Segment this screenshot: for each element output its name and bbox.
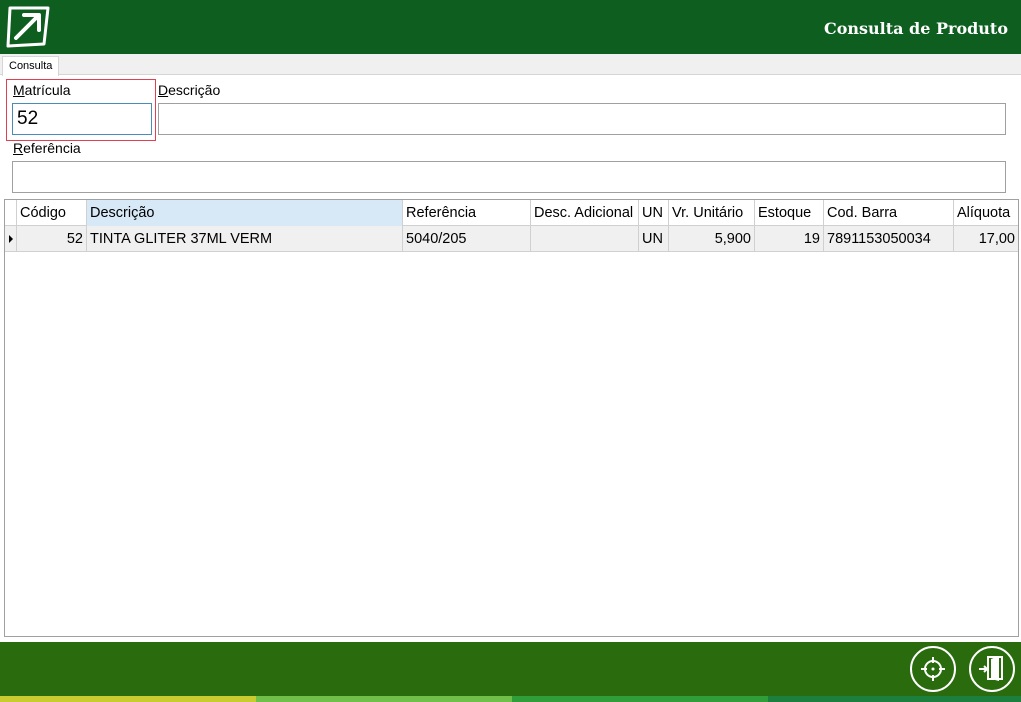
tab-consulta[interactable]: Consulta [2,56,60,76]
arrow-logo-icon [6,6,50,48]
cell-descricao[interactable]: TINTA GLITER 37ML VERM [87,226,403,252]
column-header-desc-adicional[interactable]: Desc. Adicional [531,200,639,226]
exit-door-icon [979,656,1003,681]
cell-estoque[interactable]: 19 [755,226,824,252]
footer-stripe-3 [512,696,768,702]
cell-vr-unitario[interactable]: 5,900 [669,226,755,252]
cell-cod-barra[interactable]: 7891153050034 [824,226,954,252]
column-header-codigo[interactable]: Código [17,200,87,226]
footer-bar [0,642,1021,696]
descricao-label: Descrição [158,82,221,98]
locate-button[interactable] [910,646,956,692]
column-header-descricao[interactable]: Descrição [87,200,403,226]
row-header[interactable] [5,226,17,252]
cell-codigo[interactable]: 52 [17,226,87,252]
referencia-input[interactable] [12,161,1006,193]
column-header-cod-barra[interactable]: Cod. Barra [824,200,954,226]
column-header-estoque[interactable]: Estoque [755,200,824,226]
page-title: Consulta de Produto [823,19,1008,38]
column-header-vr-unitario[interactable]: Vr. Unitário [669,200,755,226]
column-header-referencia[interactable]: Referência [403,200,531,226]
cell-un[interactable]: UN [639,226,669,252]
crosshair-icon [921,657,945,681]
cell-desc-adicional[interactable] [531,226,639,252]
footer-stripe-1 [0,696,256,702]
column-header-un[interactable]: UN [639,200,669,226]
app-header: Consulta de Produto [0,0,1021,54]
footer-stripe-2 [256,696,512,702]
column-header-aliquota[interactable]: Alíquota [954,200,1018,226]
grid-header-row: Código Descrição Referência Desc. Adicio… [5,200,1018,226]
exit-button[interactable] [969,646,1015,692]
row-pointer-icon [9,235,13,243]
descricao-input[interactable] [158,103,1006,135]
matricula-label: Matrícula [13,82,71,98]
row-header-corner [5,200,17,226]
footer-stripe-4 [768,696,1021,702]
matricula-input[interactable] [12,103,152,135]
results-grid[interactable]: Código Descrição Referência Desc. Adicio… [4,199,1019,637]
tab-strip: Consulta [0,54,1021,76]
cell-aliquota[interactable]: 17,00 [954,226,1018,252]
table-row[interactable]: 52 TINTA GLITER 37ML VERM 5040/205 UN 5,… [5,226,1018,252]
referencia-label: Referência [13,140,81,156]
cell-referencia[interactable]: 5040/205 [403,226,531,252]
